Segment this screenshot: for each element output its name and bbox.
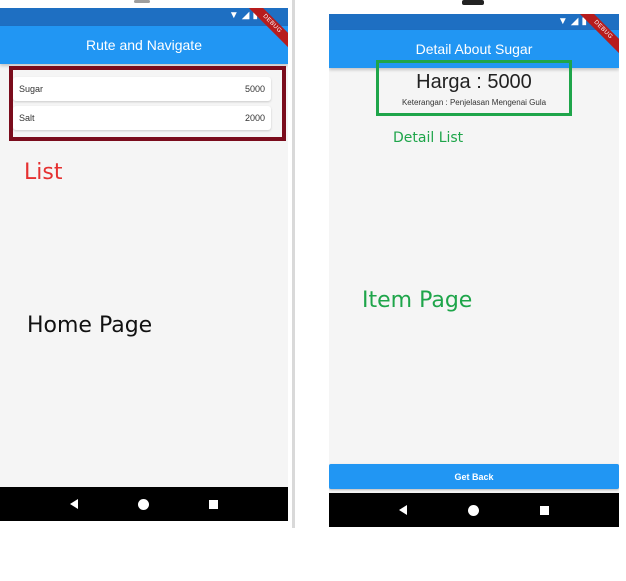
item-page-annotation-label: Item Page — [362, 288, 473, 313]
detail-list-annotation-box — [376, 60, 572, 116]
screenshot-canvas: ▼ ◢ ▮ Rute and Navigate DEBUG Sugar 5000… — [0, 0, 626, 581]
top-frame-stub — [462, 0, 484, 5]
phone-frame-edge — [292, 0, 295, 528]
navigation-bar — [0, 487, 288, 521]
back-icon[interactable] — [399, 505, 408, 515]
detail-phone-screen: ▼ ◢ ▮ Detail About Sugar DEBUG Harga : 5… — [329, 14, 619, 527]
back-icon[interactable] — [70, 499, 78, 509]
top-frame-stub — [134, 0, 150, 3]
app-bar-title: Rute and Navigate — [86, 37, 202, 53]
status-bar: ▼ ◢ ▮ — [0, 8, 288, 26]
navigation-bar — [329, 493, 619, 527]
signal-icon: ◢ — [570, 16, 579, 27]
status-bar: ▼ ◢ ▮ — [329, 14, 619, 30]
recent-apps-icon[interactable] — [539, 505, 549, 515]
status-icons: ▼ ◢ ▮ — [558, 16, 587, 28]
app-bar: Rute and Navigate — [0, 26, 288, 64]
home-icon[interactable] — [467, 504, 479, 516]
wifi-icon: ▼ — [228, 10, 239, 21]
app-bar-title: Detail About Sugar — [415, 41, 533, 57]
list-annotation-box — [9, 66, 286, 141]
home-page-annotation-label: Home Page — [27, 313, 153, 338]
battery-icon: ▮ — [581, 16, 587, 27]
wifi-icon: ▼ — [557, 16, 568, 27]
home-icon[interactable] — [138, 498, 149, 510]
recent-apps-icon[interactable] — [209, 499, 218, 509]
list-annotation-label: List — [24, 160, 63, 185]
home-phone-screen: ▼ ◢ ▮ Rute and Navigate DEBUG Sugar 5000… — [0, 8, 288, 521]
get-back-button[interactable]: Get Back — [329, 464, 619, 489]
status-icons: ▼ ◢ ▮ — [229, 10, 258, 22]
detail-list-annotation-label: Detail List — [393, 130, 464, 146]
signal-icon: ◢ — [241, 10, 250, 21]
battery-icon: ▮ — [252, 10, 258, 21]
